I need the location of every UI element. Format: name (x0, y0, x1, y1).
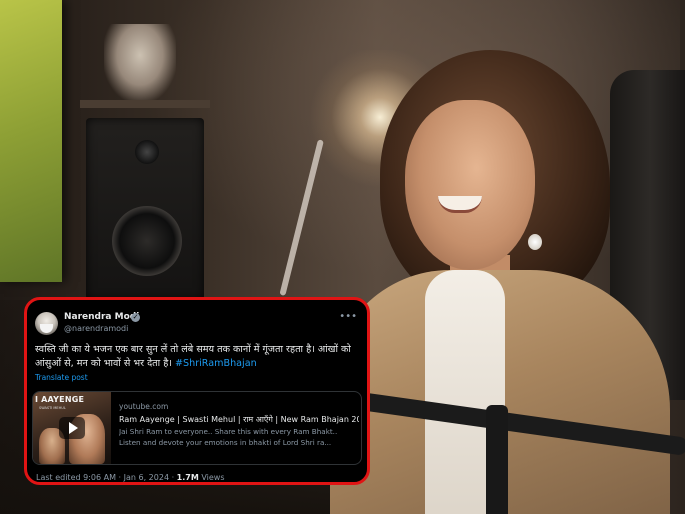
tweet-text: स्वस्ति जी का ये भजन एक बार सुन लें तो ल… (35, 343, 367, 371)
play-icon[interactable] (59, 417, 85, 439)
link-description-line: Jai Shri Ram to everyone.. Share this wi… (119, 427, 338, 436)
idol-statue (104, 24, 176, 102)
tweet-card[interactable]: Narendra Modi ✓ @narendramodi ••• स्वस्त… (24, 297, 370, 485)
tweet-text-fragment: आंसुओं से, मन को भावों से भर देता है। (35, 358, 172, 369)
more-horizontal-icon[interactable]: ••• (339, 311, 357, 322)
hashtag-link[interactable]: #ShriRamBhajan (175, 358, 257, 369)
link-domain: youtube.com (119, 402, 169, 411)
speaker-woofer (112, 206, 182, 276)
verified-badge-icon: ✓ (131, 313, 140, 322)
thumbnail-title: I AAYENGE (35, 395, 85, 404)
link-card-body: youtube.com Ram Aayenge | Swasti Mehul |… (119, 402, 359, 448)
avatar[interactable] (35, 312, 58, 335)
video-thumbnail[interactable]: I AAYENGE SWASTI MEHUL (33, 392, 111, 464)
avatar-beard (40, 324, 53, 333)
link-description: Jai Shri Ram to everyone.. Share this wi… (119, 427, 359, 448)
edited-timestamp[interactable]: Last edited 9:06 AM · Jan 6, 2024 · (36, 473, 177, 482)
tweet-meta: Last edited 9:06 AM · Jan 6, 2024 · 1.7M… (36, 473, 225, 482)
thumbnail-subtitle: SWASTI MEHUL (39, 406, 66, 410)
link-description-line: Listen and devote your emotions in bhakt… (119, 437, 332, 447)
shelf (80, 100, 210, 108)
views-label: Views (198, 473, 225, 482)
tweet-text-line: स्वस्ति जी का ये भजन एक बार सुन लें तो ल… (35, 344, 351, 355)
tweet-text-line: आंसुओं से, मन को भावों से भर देता है। #S… (35, 357, 367, 371)
translate-post-link[interactable]: Translate post (35, 373, 88, 382)
earring (528, 234, 542, 250)
youtube-link-card[interactable]: I AAYENGE SWASTI MEHUL youtube.com Ram A… (32, 391, 362, 465)
tweet-header: Narendra Modi ✓ @narendramodi ••• (35, 311, 359, 342)
play-triangle (68, 422, 78, 434)
singer-face (405, 100, 535, 270)
link-title[interactable]: Ram Aayenge | Swasti Mehul | राम आएँगे |… (119, 414, 359, 426)
user-handle[interactable]: @narendramodi (64, 324, 128, 333)
speaker-tweeter (135, 140, 159, 164)
green-screen-panel (0, 0, 62, 282)
display-name[interactable]: Narendra Modi (64, 312, 139, 322)
views-count: 1.7M (176, 473, 199, 482)
mic-stand-pole (486, 405, 508, 514)
